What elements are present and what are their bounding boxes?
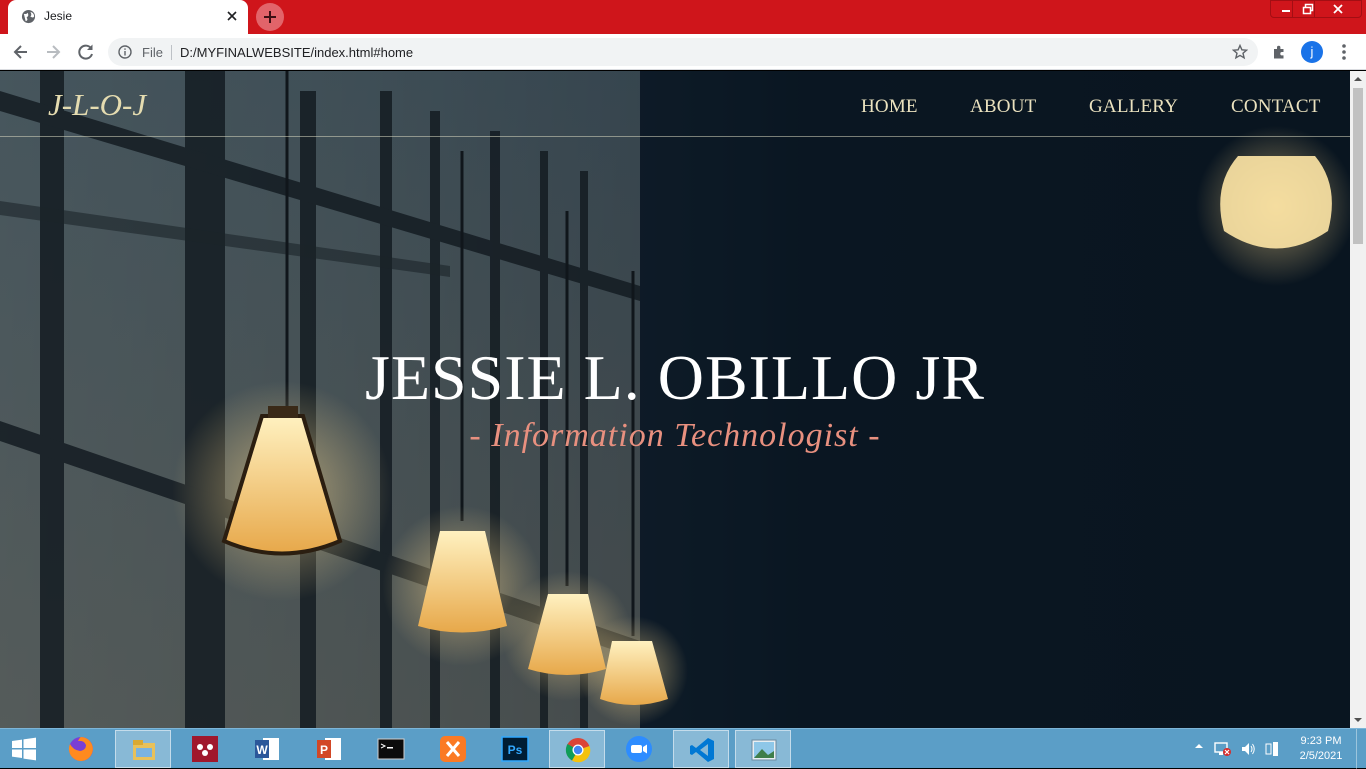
restore-icon bbox=[1302, 3, 1314, 15]
taskbar-app-word[interactable]: W bbox=[239, 730, 295, 768]
system-clock[interactable]: 9:23 PM 2/5/2021 bbox=[1296, 734, 1346, 764]
hero-subtitle: - Information Technologist - bbox=[469, 417, 881, 454]
browser-toolbar: File D:/MYFINALWEBSITE/index.html#home bbox=[0, 34, 1366, 70]
vscode-icon bbox=[690, 738, 714, 762]
more-menu-icon[interactable] bbox=[1333, 41, 1355, 63]
zoom-icon bbox=[626, 736, 652, 762]
svg-text:Ps: Ps bbox=[508, 743, 523, 757]
file-explorer-icon bbox=[133, 740, 155, 760]
bookmark-star-icon[interactable] bbox=[1232, 44, 1248, 60]
nav-link-gallery[interactable]: GALLERY bbox=[1089, 96, 1178, 118]
scroll-up-arrow-icon[interactable] bbox=[1350, 71, 1366, 87]
clock-time: 9:23 PM bbox=[1300, 735, 1342, 747]
taskbar-app-photos[interactable] bbox=[735, 730, 791, 768]
new-tab-button[interactable] bbox=[256, 3, 284, 31]
taskbar-app-photoshop[interactable]: Ps bbox=[487, 730, 543, 768]
close-window-button[interactable] bbox=[1314, 0, 1362, 18]
back-arrow-icon[interactable] bbox=[10, 41, 32, 63]
taskbar-app-mendeley[interactable] bbox=[177, 730, 233, 768]
info-icon[interactable] bbox=[118, 45, 132, 59]
extensions-puzzle-icon[interactable] bbox=[1269, 41, 1291, 63]
chrome-icon bbox=[565, 738, 591, 763]
close-icon bbox=[1333, 4, 1343, 14]
windows-start-icon[interactable] bbox=[10, 737, 38, 761]
powerpoint-icon: P bbox=[317, 738, 341, 760]
xampp-icon bbox=[440, 736, 466, 762]
browser-tab[interactable]: Jesie bbox=[8, 0, 248, 34]
firefox-icon bbox=[68, 737, 93, 761]
nav-link-contact[interactable]: CONTACT bbox=[1231, 96, 1321, 118]
taskbar-app-zoom[interactable] bbox=[611, 730, 667, 768]
show-hidden-icons-icon[interactable] bbox=[1194, 741, 1204, 751]
browser-title-bar: Jesie bbox=[0, 0, 1366, 34]
scroll-down-arrow-icon[interactable] bbox=[1350, 712, 1366, 728]
site-navbar: J-L-O-J HOME ABOUT GALLERY CONTACT bbox=[0, 71, 1350, 137]
plus-icon bbox=[264, 11, 276, 23]
taskbar-app-chrome[interactable] bbox=[549, 730, 605, 768]
reload-icon[interactable] bbox=[75, 41, 97, 63]
volume-icon[interactable] bbox=[1240, 741, 1256, 757]
hero-title: JESSIE L. OBILLO JR bbox=[365, 342, 985, 413]
photos-icon bbox=[751, 739, 777, 761]
clock-date: 2/5/2021 bbox=[1299, 750, 1343, 762]
command-prompt-icon bbox=[377, 738, 405, 760]
nav-link-home[interactable]: HOME bbox=[861, 96, 918, 118]
taskbar-app-vscode[interactable] bbox=[673, 730, 729, 768]
taskbar-app-command-prompt[interactable] bbox=[363, 730, 419, 768]
site-logo[interactable]: J-L-O-J bbox=[48, 87, 146, 123]
url-text[interactable]: D:/MYFINALWEBSITE/index.html#home bbox=[180, 45, 413, 60]
omnibox-scheme-label: File bbox=[142, 45, 163, 60]
windows-taskbar: W P Ps 9:23 PM 2/5/2021 bbox=[0, 728, 1366, 769]
close-tab-icon[interactable] bbox=[224, 8, 240, 24]
photoshop-icon: Ps bbox=[501, 736, 529, 762]
mendeley-icon bbox=[192, 736, 218, 762]
svg-text:W: W bbox=[256, 743, 268, 757]
forward-arrow-icon[interactable] bbox=[42, 41, 64, 63]
taskbar-app-powerpoint[interactable]: P bbox=[301, 730, 357, 768]
taskbar-app-file-explorer[interactable] bbox=[115, 730, 171, 768]
taskbar-app-firefox[interactable] bbox=[53, 730, 109, 768]
profile-avatar[interactable]: j bbox=[1301, 41, 1323, 63]
scroll-thumb[interactable] bbox=[1353, 88, 1363, 244]
action-center-icon[interactable] bbox=[1264, 741, 1280, 757]
nav-link-about[interactable]: ABOUT bbox=[970, 96, 1036, 118]
globe-icon bbox=[21, 9, 36, 24]
svg-text:P: P bbox=[320, 743, 328, 757]
show-desktop-button[interactable] bbox=[1356, 729, 1366, 769]
network-disconnected-icon[interactable] bbox=[1214, 741, 1232, 757]
taskbar-app-xampp[interactable] bbox=[425, 730, 481, 768]
minimize-icon bbox=[1282, 10, 1290, 12]
tab-title: Jesie bbox=[44, 9, 73, 23]
page-viewport: J-L-O-J HOME ABOUT GALLERY CONTACT JESSI… bbox=[0, 71, 1350, 728]
page-scrollbar[interactable] bbox=[1350, 71, 1366, 728]
address-bar[interactable]: File D:/MYFINALWEBSITE/index.html#home bbox=[108, 38, 1258, 66]
omnibox-divider bbox=[171, 45, 172, 60]
word-icon: W bbox=[255, 738, 279, 760]
